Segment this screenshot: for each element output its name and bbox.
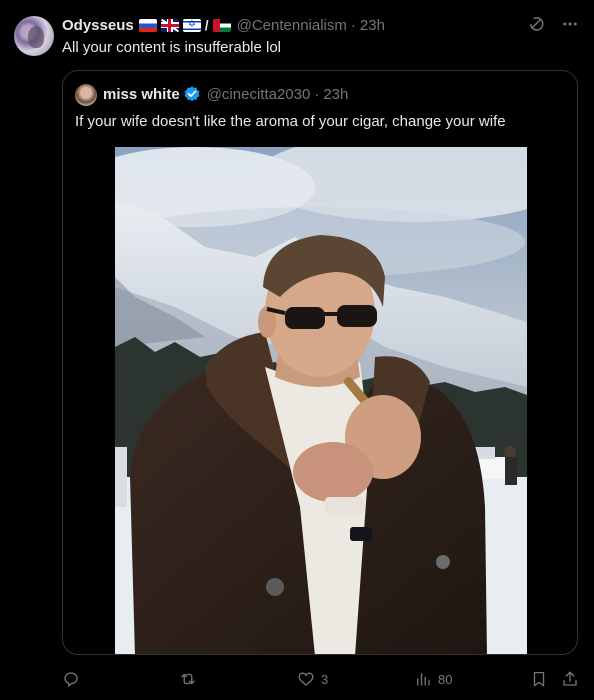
verified-badge-icon xyxy=(183,85,201,103)
quoted-timestamp[interactable]: 23h xyxy=(323,86,348,103)
quoted-display-name[interactable]: miss white xyxy=(103,86,180,103)
quoted-avatar[interactable] xyxy=(75,84,97,106)
quoted-tweet[interactable]: miss white @cinecitta2030 · 23h If your … xyxy=(62,70,578,655)
flag-emojis: / xyxy=(138,17,231,33)
russia-flag-icon xyxy=(138,18,157,32)
tweet[interactable]: Odysseus / @Centennialism · 23h All your… xyxy=(0,0,594,700)
repost-icon xyxy=(181,673,195,685)
like-button[interactable]: 3 xyxy=(297,668,328,690)
avatar[interactable] xyxy=(14,16,54,56)
quoted-header: miss white @cinecitta2030 · 23h xyxy=(103,85,348,103)
quoted-dot-separator: · xyxy=(314,85,320,103)
quoted-media-photo[interactable] xyxy=(115,147,527,654)
uk-flag-icon xyxy=(160,18,179,32)
repost-button[interactable] xyxy=(178,668,204,690)
display-name[interactable]: Odysseus xyxy=(62,17,134,34)
tweet-actions: 3 80 xyxy=(62,668,582,690)
grok-icon[interactable] xyxy=(526,14,546,34)
reply-button[interactable] xyxy=(62,668,86,690)
like-count: 3 xyxy=(321,671,329,687)
tweet-text: All your content is insufferable lol xyxy=(62,39,282,56)
flag-separator: / xyxy=(204,17,209,33)
bookmark-button[interactable] xyxy=(530,668,548,690)
quoted-tweet-text: If your wife doesn't like the aroma of y… xyxy=(75,113,506,130)
bookmark-icon xyxy=(533,671,545,687)
user-handle[interactable]: @Centennialism xyxy=(237,17,347,34)
israel-flag-icon xyxy=(182,18,201,32)
view-count: 80 xyxy=(438,671,453,687)
tweet-header: Odysseus / @Centennialism · 23h xyxy=(62,15,385,35)
reply-icon xyxy=(64,672,78,688)
more-options-icon[interactable] xyxy=(560,14,580,34)
dot-separator: · xyxy=(350,16,356,34)
share-icon xyxy=(563,671,577,686)
views-button[interactable]: 80 xyxy=(414,668,452,690)
top-right-actions xyxy=(526,14,580,34)
palestine-flag-icon xyxy=(212,18,231,32)
share-button[interactable] xyxy=(561,668,579,690)
heart-icon xyxy=(298,672,314,686)
analytics-icon xyxy=(417,673,430,686)
timestamp[interactable]: 23h xyxy=(360,17,385,34)
quoted-handle[interactable]: @cinecitta2030 xyxy=(207,86,311,103)
